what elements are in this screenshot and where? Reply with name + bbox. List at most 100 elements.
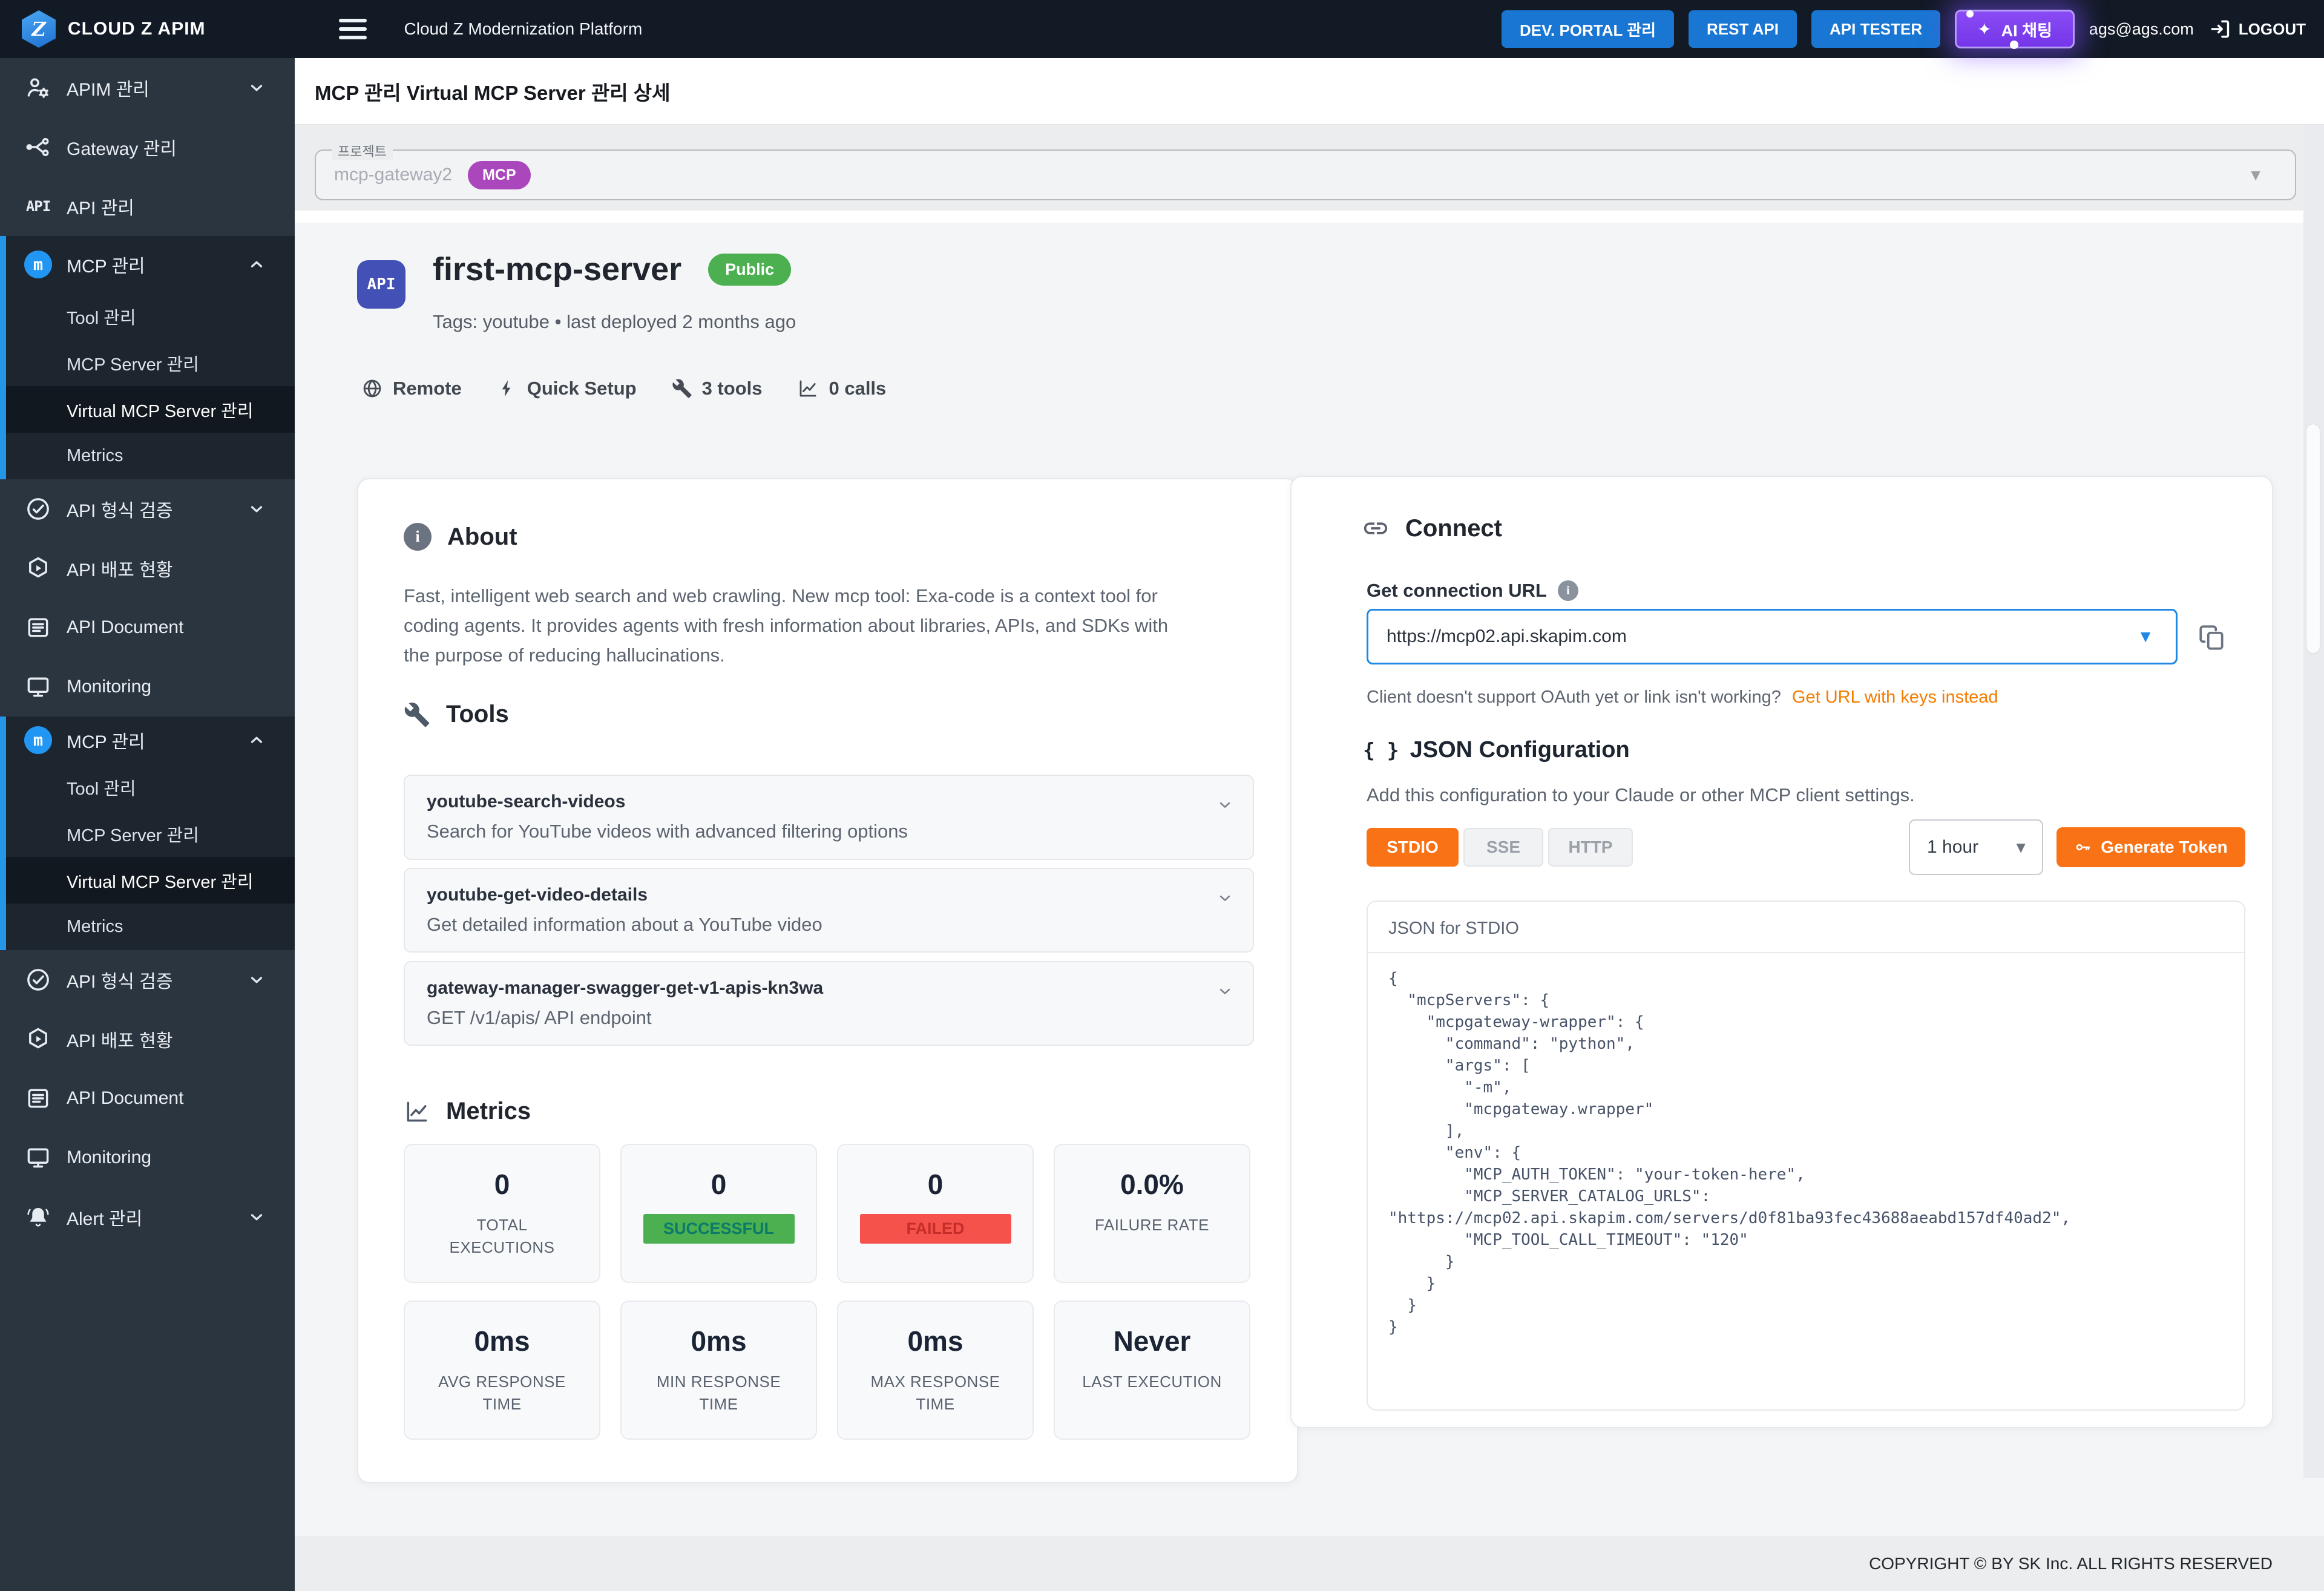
braces-icon: { }: [1363, 738, 1399, 762]
rest-api-button[interactable]: REST API: [1689, 10, 1797, 48]
sidebar-item-label: API Document: [67, 1088, 183, 1109]
api-tester-button[interactable]: API TESTER: [1811, 10, 1940, 48]
hamburger-menu-icon[interactable]: [339, 19, 367, 39]
about-heading-row: i About: [404, 523, 517, 551]
page-title-bar: MCP 관리 Virtual MCP Server 관리 상세: [295, 58, 2324, 125]
metric-label: AVG RESPONSE TIME: [427, 1371, 578, 1415]
chevron-down-icon[interactable]: [1216, 796, 1233, 813]
sidebar-group-mcp-1: m MCP 관리 Tool 관리 MCP Server 관리 Virtual M…: [0, 236, 295, 479]
stat-label: 0 calls: [829, 378, 886, 399]
tool-item-gateway-manager-swagger[interactable]: gateway-manager-swagger-get-v1-apis-kn3w…: [404, 961, 1254, 1046]
sidebar-item-virtual-mcp-server-mgmt-2[interactable]: Virtual MCP Server 관리: [6, 857, 295, 904]
sidebar-item-api-format-validation-2[interactable]: API 형식 검증: [0, 950, 295, 1009]
scrollbar-thumb[interactable]: [2306, 424, 2320, 654]
tools-title: Tools: [446, 701, 509, 728]
copyright-text: COPYRIGHT © BY SK Inc. ALL RIGHTS RESERV…: [1869, 1554, 2273, 1573]
copy-icon[interactable]: [2197, 621, 2227, 654]
metric-value: 0: [622, 1168, 816, 1201]
chevron-down-icon[interactable]: [1216, 983, 1233, 1000]
sidebar-item-api-format-validation[interactable]: API 형식 검증: [0, 479, 295, 539]
sidebar-item-monitoring-2[interactable]: Monitoring: [0, 1128, 295, 1187]
json-code: { "mcpServers": { "mcpgateway-wrapper": …: [1368, 953, 2244, 1353]
chart-line-icon: [404, 1098, 430, 1125]
logout-icon: [2208, 18, 2231, 41]
sidebar-item-mcp-server-mgmt-2[interactable]: MCP Server 관리: [6, 810, 295, 857]
sidebar-item-metrics[interactable]: Metrics: [6, 433, 295, 479]
project-select[interactable]: 프로젝트 mcp-gateway2 MCP ▼: [315, 149, 2296, 200]
about-description: Fast, intelligent web search and web cra…: [404, 581, 1184, 670]
metrics-heading-row: Metrics: [404, 1098, 531, 1125]
metric-value: 0ms: [838, 1325, 1032, 1357]
sidebar-item-label: API 형식 검증: [67, 966, 172, 993]
sidebar-item-tool-mgmt-2[interactable]: Tool 관리: [6, 764, 295, 810]
metric-label: LAST EXECUTION: [1077, 1371, 1228, 1393]
stat-remote: Remote: [361, 378, 462, 399]
sidebar-item-api-deploy-status-2[interactable]: API 배포 현황: [0, 1009, 295, 1069]
logout-button[interactable]: LOGOUT: [2208, 18, 2306, 41]
sidebar-item-tool-mgmt[interactable]: Tool 관리: [6, 293, 295, 340]
sidebar-item-mcp[interactable]: m MCP 관리: [6, 236, 295, 293]
sidebar-item-gateway[interactable]: Gateway 관리: [0, 117, 295, 177]
generate-token-button[interactable]: Generate Token: [2056, 827, 2245, 867]
metric-failed-chip: FAILED: [860, 1214, 1011, 1244]
json-config-heading-row: { } JSON Configuration: [1363, 737, 1630, 763]
chevron-down-icon[interactable]: [1216, 890, 1233, 907]
tool-description: GET /v1/apis/ API endpoint: [427, 1007, 1231, 1029]
server-meta-line: Tags: youtube • last deployed 2 months a…: [433, 311, 796, 333]
scrollbar-track[interactable]: [2303, 125, 2324, 1478]
dropdown-caret-icon: ▼: [2248, 166, 2263, 185]
connection-url-label-row: Get connection URL i: [1367, 580, 1578, 602]
section-divider: [295, 211, 2324, 223]
sidebar-item-api-document[interactable]: API Document: [0, 598, 295, 657]
connection-url-select[interactable]: https://mcp02.api.skapim.com ▼: [1367, 609, 2178, 664]
document-icon: [24, 614, 52, 641]
get-url-with-keys-link[interactable]: Get URL with keys instead: [1792, 687, 1998, 707]
chevron-up-icon: [248, 731, 266, 749]
stat-label: 3 tools: [702, 378, 763, 399]
dev-portal-button[interactable]: DEV. PORTAL 관리: [1502, 10, 1674, 48]
public-status-badge: Public: [708, 254, 791, 286]
metric-value: 0ms: [622, 1325, 816, 1357]
metric-success-chip: SUCCESSFUL: [643, 1214, 795, 1244]
document-icon: [24, 1084, 52, 1112]
sidebar-item-mcp-server-mgmt[interactable]: MCP Server 관리: [6, 340, 295, 386]
sidebar-item-api-deploy-status[interactable]: API 배포 현황: [0, 539, 295, 598]
metric-label: MAX RESPONSE TIME: [860, 1371, 1011, 1415]
user-gear-icon: [24, 74, 52, 102]
tool-name: gateway-manager-swagger-get-v1-apis-kn3w…: [427, 978, 1231, 999]
sidebar-item-alert[interactable]: Alert 관리: [0, 1187, 295, 1247]
mcp-icon: m: [24, 251, 52, 278]
json-config-title: JSON Configuration: [1410, 737, 1630, 763]
sidebar-item-api-document-2[interactable]: API Document: [0, 1069, 295, 1128]
sparkle-dot-icon: [1966, 10, 1974, 18]
sidebar-item-virtual-mcp-server-mgmt[interactable]: Virtual MCP Server 관리: [6, 386, 295, 433]
ai-chat-button[interactable]: ✦ AI 채팅: [1955, 10, 2075, 48]
generate-token-label: Generate Token: [2101, 838, 2228, 857]
sidebar-item-label: Alert 관리: [67, 1204, 142, 1230]
sidebar-item-api[interactable]: API API 관리: [0, 177, 295, 236]
sidebar-item-apim[interactable]: APIM 관리: [0, 58, 295, 117]
metric-max-response: 0ms MAX RESPONSE TIME: [837, 1301, 1034, 1440]
tool-item-youtube-get-video-details[interactable]: youtube-get-video-details Get detailed i…: [404, 868, 1254, 953]
tab-http[interactable]: HTTP: [1548, 828, 1633, 867]
monitor-icon: [24, 673, 52, 701]
connection-url-label: Get connection URL: [1367, 580, 1547, 602]
metric-failure-rate: 0.0% FAILURE RATE: [1054, 1144, 1250, 1283]
hexagon-play-icon: [24, 1025, 52, 1053]
metrics-title: Metrics: [446, 1098, 531, 1125]
token-duration-select[interactable]: 1 hour ▼: [1909, 819, 2043, 875]
tab-sse[interactable]: SSE: [1463, 828, 1543, 867]
app-root: Z CLOUD Z APIM Cloud Z Modernization Pla…: [0, 0, 2324, 1591]
connect-card: Connect Get connection URL i https://mcp…: [1290, 476, 2273, 1428]
tool-item-youtube-search-videos[interactable]: youtube-search-videos Search for YouTube…: [404, 775, 1254, 860]
sidebar-item-mcp-2[interactable]: m MCP 관리: [6, 717, 295, 764]
connection-url-value: https://mcp02.api.skapim.com: [1387, 626, 1627, 647]
sidebar-item-monitoring[interactable]: Monitoring: [0, 657, 295, 717]
metric-value: 0.0%: [1055, 1168, 1249, 1201]
sidebar-item-label: MCP 관리: [67, 251, 145, 278]
sidebar-item-metrics-2[interactable]: Metrics: [6, 904, 295, 950]
platform-title: Cloud Z Modernization Platform: [404, 19, 643, 39]
tab-stdio[interactable]: STDIO: [1367, 828, 1459, 867]
tool-name: youtube-get-video-details: [427, 885, 1231, 905]
chevron-down-icon: [248, 1208, 266, 1226]
